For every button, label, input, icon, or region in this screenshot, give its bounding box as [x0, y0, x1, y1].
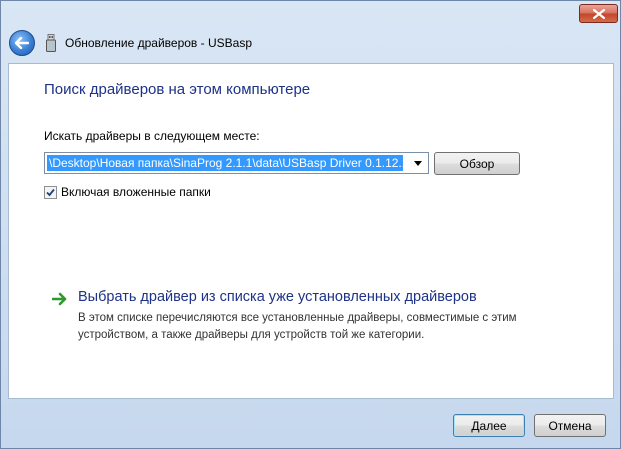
pick-driver-link[interactable]: Выбрать драйвер из списка уже установлен…	[78, 289, 477, 305]
window-title: Обновление драйверов - USBasp	[65, 36, 252, 50]
next-button[interactable]: Далее	[453, 414, 525, 437]
include-subfolders-checkbox[interactable]	[44, 185, 57, 199]
close-button[interactable]	[579, 4, 618, 23]
content-panel: Поиск драйверов на этом компьютере Искат…	[8, 63, 614, 399]
search-location-label: Искать драйверы в следующем месте:	[44, 129, 260, 143]
usb-device-icon	[46, 34, 56, 52]
chevron-down-icon	[414, 160, 422, 166]
cancel-button[interactable]: Отмена	[534, 414, 606, 437]
back-button[interactable]	[9, 30, 35, 56]
green-arrow-icon	[52, 292, 67, 306]
back-arrow-icon	[15, 37, 29, 49]
include-subfolders-label: Включая вложенные папки	[61, 185, 211, 199]
page-heading: Поиск драйверов на этом компьютере	[44, 81, 311, 98]
pick-driver-description: В этом списке перечисляются все установл…	[78, 312, 517, 341]
dropdown-button[interactable]	[409, 154, 427, 172]
checkmark-icon	[46, 188, 55, 196]
dialog-window: Обновление драйверов - USBasp Поиск драй…	[0, 0, 621, 449]
path-combobox[interactable]: \Desktop\Новая папка\SinaProg 2.1.1\data…	[44, 152, 429, 174]
browse-button[interactable]: Обзор	[434, 152, 520, 175]
close-icon	[592, 8, 605, 19]
include-subfolders-option[interactable]: Включая вложенные папки	[44, 185, 211, 199]
path-input-value[interactable]: \Desktop\Новая папка\SinaProg 2.1.1\data…	[47, 155, 403, 171]
